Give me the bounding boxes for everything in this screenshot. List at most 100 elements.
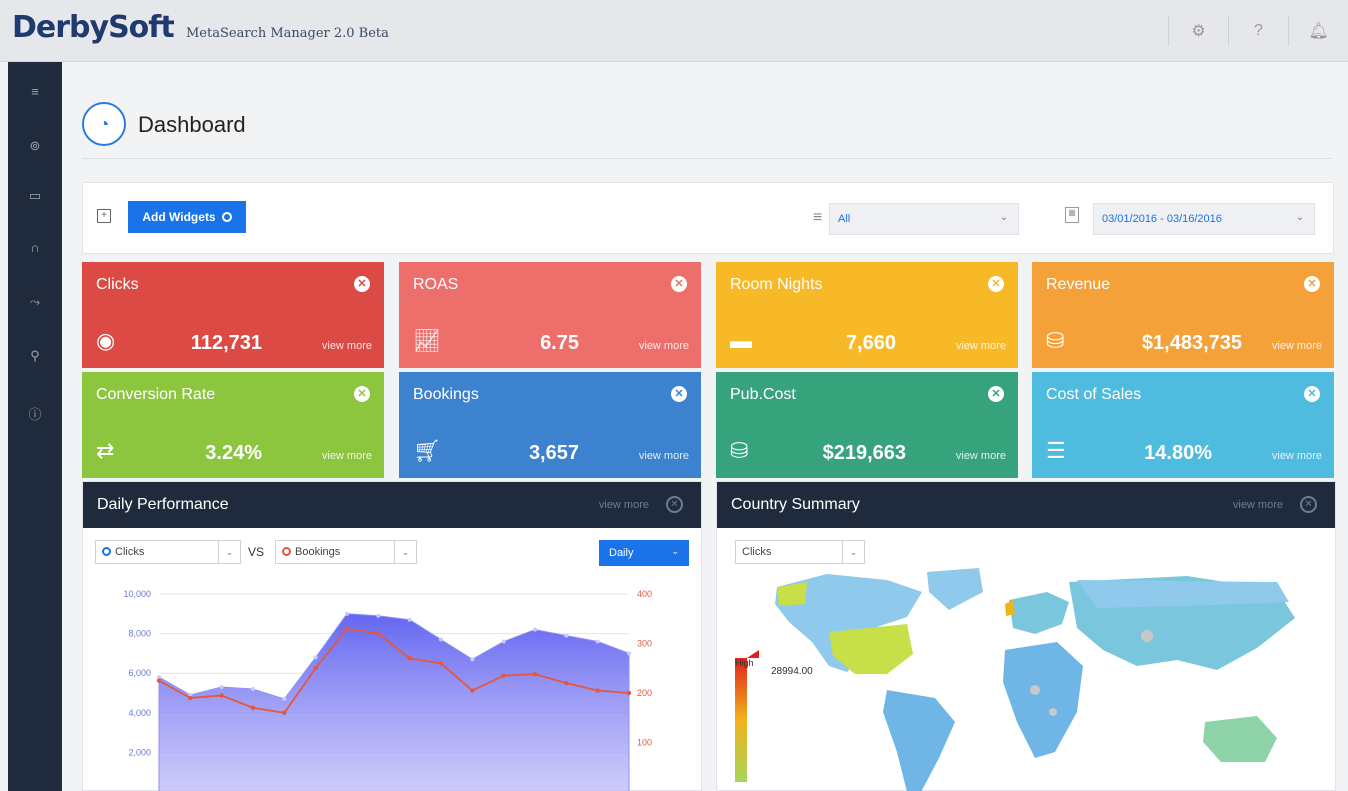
toolbar: + Add Widgets ≡ All ⌄ ▦ 03/01/2016 - 03/… — [82, 182, 1334, 254]
app-title: MetaSearch Manager 2.0 Beta — [186, 26, 389, 41]
clicks-point — [501, 639, 506, 644]
tile-clicks: Clicks ✕ ◉ 112,731 view more — [82, 262, 384, 368]
dashboard-icon[interactable]: ⊚ — [8, 138, 62, 154]
top-bar: DerbySoft MetaSearch Manager 2.0 Beta ⚙ … — [0, 0, 1348, 62]
view-more-link[interactable]: view more — [1272, 450, 1322, 462]
close-icon[interactable]: ✕ — [1304, 386, 1320, 402]
vs-label: VS — [248, 545, 265, 559]
tile-value: 6.75 — [540, 332, 579, 354]
clipboard-icon[interactable]: ▭ — [8, 188, 62, 204]
clicks-point — [407, 617, 412, 622]
add-widgets-button[interactable]: Add Widgets — [128, 201, 246, 233]
gear-icon[interactable]: ⚙ — [1168, 16, 1228, 46]
bed-icon: ▬ — [730, 328, 752, 353]
eye-icon: ◉ — [96, 328, 116, 353]
bookings-point — [532, 671, 538, 677]
bell-icon[interactable]: 🔔︎ — [1288, 16, 1348, 46]
calendar-icon: ▦ — [1065, 207, 1079, 223]
y-tick-left: 4,000 — [128, 708, 151, 718]
map-legend-scale — [735, 658, 747, 782]
panel-header: Country Summary view more ✕ — [717, 482, 1335, 528]
legend-high-value: 28994.00 — [771, 666, 813, 677]
map-south-america — [883, 690, 955, 791]
tile-cost-of-sales: Cost of Sales ✕ ☰ 14.80% view more — [1032, 372, 1334, 478]
clicks-point — [282, 696, 287, 701]
close-icon[interactable]: ✕ — [1304, 276, 1320, 292]
close-icon[interactable]: ✕ — [1300, 496, 1317, 513]
metric-b-value: Bookings — [295, 546, 341, 558]
daily-performance-chart: 10,000 8,000 6,000 4,000 2,000 400 300 200 100 — [123, 589, 652, 791]
coins-icon: ⛁ — [1046, 328, 1065, 353]
daily-performance-panel: Daily Performance view more ✕ Clicks ⌄ V… — [82, 481, 702, 791]
bookings-point — [156, 678, 162, 683]
filter-select[interactable]: All ⌄ — [829, 203, 1019, 235]
map-europe — [1009, 592, 1069, 634]
close-icon[interactable]: ✕ — [671, 386, 687, 402]
view-more-link[interactable]: view more — [639, 450, 689, 462]
close-icon[interactable]: ✕ — [354, 386, 370, 402]
map-australia — [1203, 716, 1277, 762]
y-tick-right: 100 — [637, 738, 652, 748]
bookings-point — [313, 666, 318, 671]
close-icon[interactable]: ✕ — [671, 276, 687, 292]
metric-a-select[interactable]: Clicks ⌄ — [95, 540, 241, 564]
bookings-point — [250, 705, 256, 711]
menu-icon[interactable]: ≡ — [8, 84, 62, 99]
tile-conversion-rate: Conversion Rate ✕ ⇄ 3.24% view more — [82, 372, 384, 478]
divider — [82, 158, 1332, 159]
view-more-link[interactable]: view more — [956, 450, 1006, 462]
view-more-link[interactable]: view more — [599, 499, 649, 511]
chevron-down-icon: ⌄ — [1295, 212, 1304, 223]
view-more-link[interactable]: view more — [639, 340, 689, 352]
bookings-point — [344, 626, 350, 631]
tile-value: $1,483,735 — [1141, 332, 1242, 354]
series-marker-icon — [102, 547, 111, 556]
chevron-down-icon: ⌄ — [842, 541, 864, 563]
chevron-down-icon: ⌄ — [218, 541, 240, 563]
view-more-link[interactable]: view more — [322, 340, 372, 352]
tile-bookings: Bookings ✕ 🛒︎ 3,657 view more — [399, 372, 701, 478]
help-icon[interactable]: ? — [1228, 16, 1288, 46]
tile-label: Clicks — [96, 276, 139, 293]
coins-icon: ⛁ — [730, 438, 749, 463]
trend-icon[interactable]: ⤳ — [8, 294, 62, 310]
clicks-point — [219, 685, 224, 690]
legend-high-label: High — [735, 658, 754, 668]
bookings-point — [564, 680, 569, 686]
bookings-point — [470, 688, 475, 693]
tile-room-nights: Room Nights ✕ ▬ 7,660 view more — [716, 262, 1018, 368]
bookings-point — [501, 673, 506, 678]
clicks-point — [627, 651, 631, 656]
dashboard-icon: ◔ — [82, 102, 126, 146]
bookings-point — [376, 631, 381, 636]
series-marker-icon — [282, 547, 291, 556]
y-tick-right: 400 — [637, 589, 652, 599]
y-tick-right: 300 — [637, 639, 652, 649]
info-icon[interactable]: ⓘ — [8, 404, 62, 423]
brand-logo[interactable]: DerbySoft — [12, 10, 175, 45]
metric-select[interactable]: Clicks ⌄ — [735, 540, 865, 564]
view-more-link[interactable]: view more — [1272, 340, 1322, 352]
plus-circle-icon — [221, 212, 232, 222]
pulse-icon[interactable]: ∩ — [8, 240, 62, 255]
y-tick-left: 6,000 — [128, 668, 151, 678]
map-africa — [1003, 642, 1083, 758]
sidebar: ≡ ⊚ ▭ ∩ ⤳ ⚲ ⓘ — [8, 62, 62, 791]
exchange-icon: ⇄ — [96, 438, 115, 463]
tile-roas: ROAS ✕ 📈︎ 6.75 view more — [399, 262, 701, 368]
tile-revenue: Revenue ✕ ⛁ $1,483,735 view more — [1032, 262, 1334, 368]
close-icon[interactable]: ✕ — [988, 276, 1004, 292]
view-more-link[interactable]: view more — [1233, 499, 1283, 511]
close-icon[interactable]: ✕ — [988, 386, 1004, 402]
close-icon[interactable]: ✕ — [666, 496, 683, 513]
view-more-link[interactable]: view more — [956, 340, 1006, 352]
view-more-link[interactable]: view more — [322, 450, 372, 462]
user-run-icon[interactable]: ⚲ — [8, 348, 62, 364]
metric-b-select[interactable]: Bookings ⌄ — [275, 540, 417, 564]
tile-label: Pub.Cost — [730, 386, 796, 403]
close-icon[interactable]: ✕ — [354, 276, 370, 292]
date-range-picker[interactable]: 03/01/2016 - 03/16/2016 ⌄ — [1093, 203, 1315, 235]
interval-select[interactable]: Daily ⌄ — [599, 540, 689, 566]
interval-value: Daily — [609, 547, 634, 559]
tile-label: Cost of Sales — [1046, 386, 1142, 403]
